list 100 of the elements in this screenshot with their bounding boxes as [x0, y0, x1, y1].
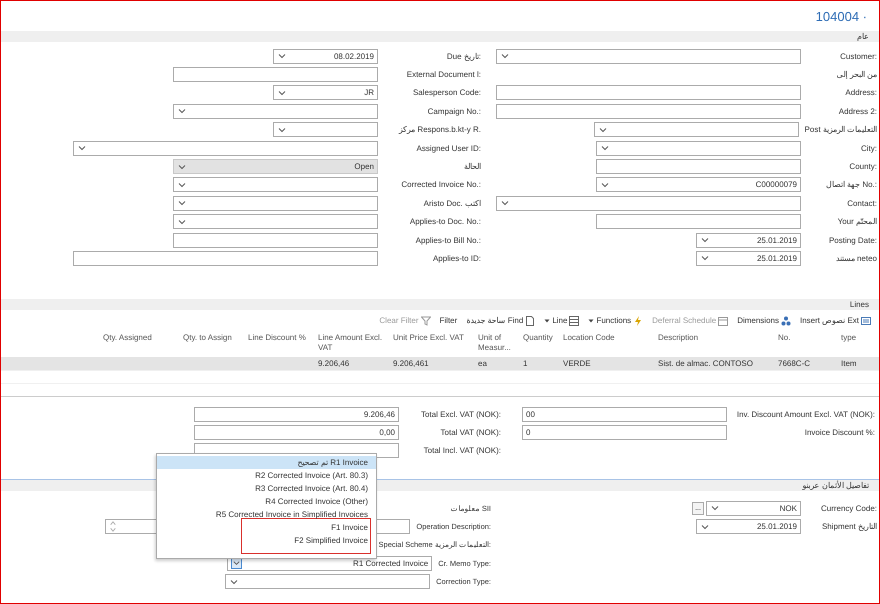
field-label: Contact:: [846, 198, 877, 208]
field-label: Aristo Doc. اكتب: [422, 198, 481, 208]
field-label: مستند neteo: [834, 254, 877, 263]
field-label: Applies-to Bill No.:: [414, 236, 481, 245]
text-field[interactable]: 9.206,46: [194, 406, 399, 422]
field-label: Applies-to Doc. No.:: [408, 217, 481, 226]
text-field[interactable]: 0,00: [194, 425, 399, 440]
column-header[interactable]: No.: [774, 333, 837, 357]
table-row[interactable]: 9.206,46 9.206,461 ea 1 VERDE Sist. de almac. CONTOSO 7668C-C Item: [1, 357, 879, 371]
field-label: Campaign No.:: [426, 106, 481, 116]
field-label: Total VAT (NOK):: [440, 428, 501, 438]
text-field[interactable]: [496, 85, 801, 100]
dropdown-field[interactable]: [173, 196, 378, 211]
dropdown-field[interactable]: 25.01.2019: [696, 250, 801, 266]
column-header[interactable]: type: [837, 333, 871, 357]
table-cell: 7668C-C: [778, 359, 810, 368]
lightning-icon: [633, 316, 644, 326]
dropdown-field[interactable]: [173, 104, 378, 119]
column-header[interactable]: Unit of Measur...: [474, 333, 519, 357]
toolbar-button[interactable]: Filter: [440, 314, 458, 327]
field-label: Shipment التاريخ: [820, 522, 877, 532]
document-icon: [525, 316, 536, 326]
dropdown-field[interactable]: [596, 140, 801, 156]
list-icon: [861, 316, 871, 326]
table-cell: Item: [841, 359, 857, 368]
field-label: جهة اتصال No.:: [824, 180, 877, 190]
table-cell: ea: [478, 359, 487, 368]
field-label: Applies-to ID:: [432, 254, 481, 263]
table-cell: Sist. de almac. CONTOSO: [658, 359, 753, 368]
section-header[interactable]: Lines: [1, 299, 879, 310]
dropdown-field[interactable]: [496, 196, 801, 211]
grid-icon: [569, 316, 580, 326]
dropdown-option[interactable]: R2 Corrected Invoice (Art. 80.3): [157, 469, 376, 482]
dropdown-field[interactable]: 25.01.2019: [696, 519, 801, 534]
caret-icon: [544, 318, 550, 324]
calendar-icon: [718, 316, 728, 326]
dropdown-option[interactable]: R4 Corrected Invoice (Other): [157, 495, 376, 508]
field-label: Corrected Invoice No.:: [400, 180, 481, 190]
column-header[interactable]: Line Discount %: [244, 333, 314, 357]
field-label: Customer:: [839, 52, 877, 61]
field-label: Posting Date:: [828, 236, 877, 245]
field-label: الحالة: [463, 162, 481, 172]
column-header[interactable]: Qty. to Assign: [179, 333, 244, 357]
toolbar-button[interactable]: Line: [544, 314, 580, 327]
field-label: Total Excl. VAT (NOK):: [420, 410, 501, 419]
dropdown-field[interactable]: [594, 122, 799, 138]
table-cell: 9.206,461: [393, 359, 429, 368]
field-label: Your المحتّم: [836, 217, 877, 226]
page-title: 104004 ·: [816, 8, 867, 24]
dropdown-field[interactable]: [173, 214, 378, 230]
dropdown-field[interactable]: [496, 48, 801, 64]
field-label: Invoice Discount %:: [804, 428, 875, 438]
funnel-icon: [420, 316, 431, 326]
text-field[interactable]: [596, 214, 801, 230]
column-header[interactable]: Location Code: [559, 333, 654, 357]
toolbar-button[interactable]: Dimensions: [737, 314, 791, 327]
text-field[interactable]: [173, 232, 378, 248]
text-field[interactable]: [496, 104, 801, 119]
toolbar-button[interactable]: ساحة جديدة Find: [466, 314, 536, 327]
column-header[interactable]: Description: [654, 333, 774, 357]
dropdown-field[interactable]: 08.02.2019: [273, 48, 378, 64]
field-label: من البحر إلى: [836, 70, 877, 80]
field-label: Post التعليمات الرمزية: [804, 125, 877, 134]
toolbar-button[interactable]: Insert نصوص Ext: [800, 314, 871, 327]
text-field[interactable]: [173, 67, 378, 82]
dropdown-field[interactable]: C00000079: [596, 177, 801, 192]
field-label: Address:: [844, 88, 877, 98]
section-header[interactable]: عام: [1, 31, 879, 42]
field-label: مركز Respons.b.kt-y R.: [398, 125, 481, 134]
dropdown-field[interactable]: [73, 140, 378, 156]
field-label: Currency Code:: [820, 504, 877, 513]
column-header[interactable]: Qty. Assigned: [99, 333, 179, 357]
field-label: City:: [860, 144, 877, 153]
column-header[interactable]: Line Amount Excl. VAT: [314, 333, 389, 357]
dropdown-option[interactable]: تم تصحيح R1 Invoice: [157, 456, 376, 469]
column-header[interactable]: Unit Price Excl. VAT: [389, 333, 474, 357]
dropdown-option[interactable]: R5 Corrected Invoice in Simplified Invoices: [157, 508, 376, 521]
field-label: Total Incl. VAT (NOK):: [422, 446, 501, 456]
dropdown-option[interactable]: F2 Simplified Invoice: [157, 534, 376, 547]
text-field[interactable]: [73, 250, 378, 266]
dropdown-field[interactable]: JR: [273, 85, 378, 100]
field-label: Address 2:: [838, 106, 877, 116]
caret-icon: [588, 318, 594, 324]
table-cell: VERDE: [563, 359, 591, 368]
text-field[interactable]: 0: [522, 425, 727, 440]
column-header[interactable]: Quantity: [519, 333, 559, 357]
field-label: County:: [848, 162, 877, 172]
nodes-icon: [780, 316, 791, 326]
dropdown-field[interactable]: 25.01.2019: [696, 232, 801, 248]
dropdown-field[interactable]: [225, 574, 430, 590]
field-label: Salesperson Code:: [412, 88, 481, 98]
table-cell: 9.206,46: [318, 359, 350, 368]
toolbar-button[interactable]: Functions: [588, 314, 644, 327]
text-field[interactable]: 00: [522, 406, 727, 422]
dropdown-option[interactable]: F1 Invoice: [157, 521, 376, 534]
dropdown-field[interactable]: NOK: [706, 500, 801, 516]
field-label: Inv. Discount Amount Excl. VAT (NOK):: [736, 410, 875, 419]
text-field[interactable]: [596, 159, 801, 174]
dropdown-field[interactable]: [173, 177, 378, 192]
dropdown-field[interactable]: [273, 122, 378, 138]
